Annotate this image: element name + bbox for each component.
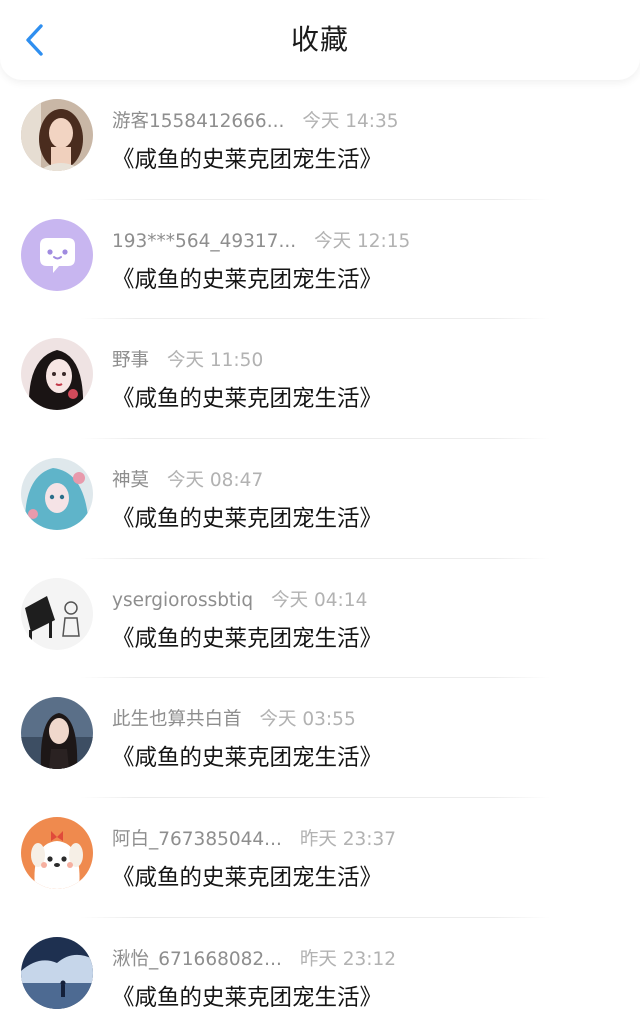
list-item[interactable]: 湫怡_671668082... 昨天 23:12 《咸鱼的史莱克团宠生活》 — [0, 918, 640, 1025]
user-name: 野事 — [112, 350, 150, 372]
page-title: 收藏 — [290, 23, 349, 56]
user-name: 游客1558412666... — [112, 111, 285, 132]
item-meta: 湫怡_671668082... 昨天 23:12 — [112, 945, 396, 971]
user-name: 阿白_767385044... — [112, 829, 282, 851]
list-item[interactable]: 阿白_767385044... 昨天 23:37 《咸鱼的史莱克团宠生活》 — [0, 798, 640, 918]
avatar[interactable] — [21, 577, 93, 650]
user-name: 湫怡_671668082... — [112, 948, 282, 970]
avatar[interactable] — [21, 99, 93, 171]
timestamp: 昨天 23:37 — [299, 829, 397, 851]
top-nav-bar: 收藏 — [0, 0, 640, 80]
user-name: 193***564_49317... — [112, 230, 297, 252]
item-meta: 阿白_767385044... 昨天 23:37 — [112, 825, 396, 851]
avatar[interactable] — [21, 218, 93, 291]
avatar[interactable] — [21, 817, 93, 890]
item-meta: 193***564_49317... 今天 12:15 — [112, 227, 410, 253]
list-item[interactable]: 193***564_49317... 今天 12:15 《咸鱼的史莱克团宠生活》 — [0, 200, 640, 320]
timestamp: 今天 14:35 — [302, 111, 399, 132]
book-title[interactable]: 《咸鱼的史莱克团宠生活》 — [112, 621, 382, 653]
item-meta: 神莫 今天 08:47 — [112, 466, 263, 492]
item-meta: 此生也算共白首 今天 03:55 — [112, 705, 356, 731]
favorites-list: 游客1558412666... 今天 14:35 《咸鱼的史莱克团宠生活》 19… — [0, 80, 640, 1025]
timestamp: 今天 12:15 — [314, 230, 411, 252]
user-name: ysergiorossbtiq — [112, 589, 254, 611]
list-item[interactable]: 此生也算共白首 今天 03:55 《咸鱼的史莱克团宠生活》 — [0, 678, 640, 799]
book-title[interactable]: 《咸鱼的史莱克团宠生活》 — [112, 980, 382, 1012]
avatar[interactable] — [21, 338, 93, 411]
list-item[interactable]: ysergiorossbtiq 今天 04:14 《咸鱼的史莱克团宠生活》 — [0, 559, 640, 679]
avatar[interactable] — [21, 936, 93, 1009]
item-meta: 野事 今天 11:50 — [112, 346, 263, 372]
timestamp: 今天 04:14 — [271, 589, 368, 611]
avatar[interactable] — [21, 697, 93, 770]
list-item[interactable]: 野事 今天 11:50 《咸鱼的史莱克团宠生活》 — [0, 319, 640, 440]
timestamp: 昨天 23:12 — [299, 948, 397, 970]
user-name: 神莫 — [112, 470, 150, 492]
book-title[interactable]: 《咸鱼的史莱克团宠生活》 — [112, 501, 382, 533]
item-meta: ysergiorossbtiq 今天 04:14 — [112, 586, 367, 612]
book-title[interactable]: 《咸鱼的史莱克团宠生活》 — [112, 381, 382, 413]
avatar[interactable] — [21, 458, 93, 531]
list-item[interactable]: 游客1558412666... 今天 14:35 《咸鱼的史莱克团宠生活》 — [0, 80, 640, 200]
user-name: 此生也算共白首 — [112, 709, 242, 731]
book-title[interactable]: 《咸鱼的史莱克团宠生活》 — [112, 142, 382, 174]
list-item[interactable]: 神莫 今天 08:47 《咸鱼的史莱克团宠生活》 — [0, 439, 640, 559]
book-title[interactable]: 《咸鱼的史莱克团宠生活》 — [112, 740, 382, 772]
book-title[interactable]: 《咸鱼的史莱克团宠生活》 — [112, 860, 382, 892]
favorites-page: 收藏 游客1558412666... 今天 14:35 《咸鱼的史莱克团宠生活》 — [0, 0, 640, 1025]
timestamp: 今天 03:55 — [259, 709, 356, 731]
item-meta: 游客1558412666... 今天 14:35 — [112, 107, 399, 133]
book-title[interactable]: 《咸鱼的史莱克团宠生活》 — [112, 262, 382, 294]
timestamp: 今天 08:47 — [167, 470, 264, 492]
timestamp: 今天 11:50 — [167, 350, 264, 372]
